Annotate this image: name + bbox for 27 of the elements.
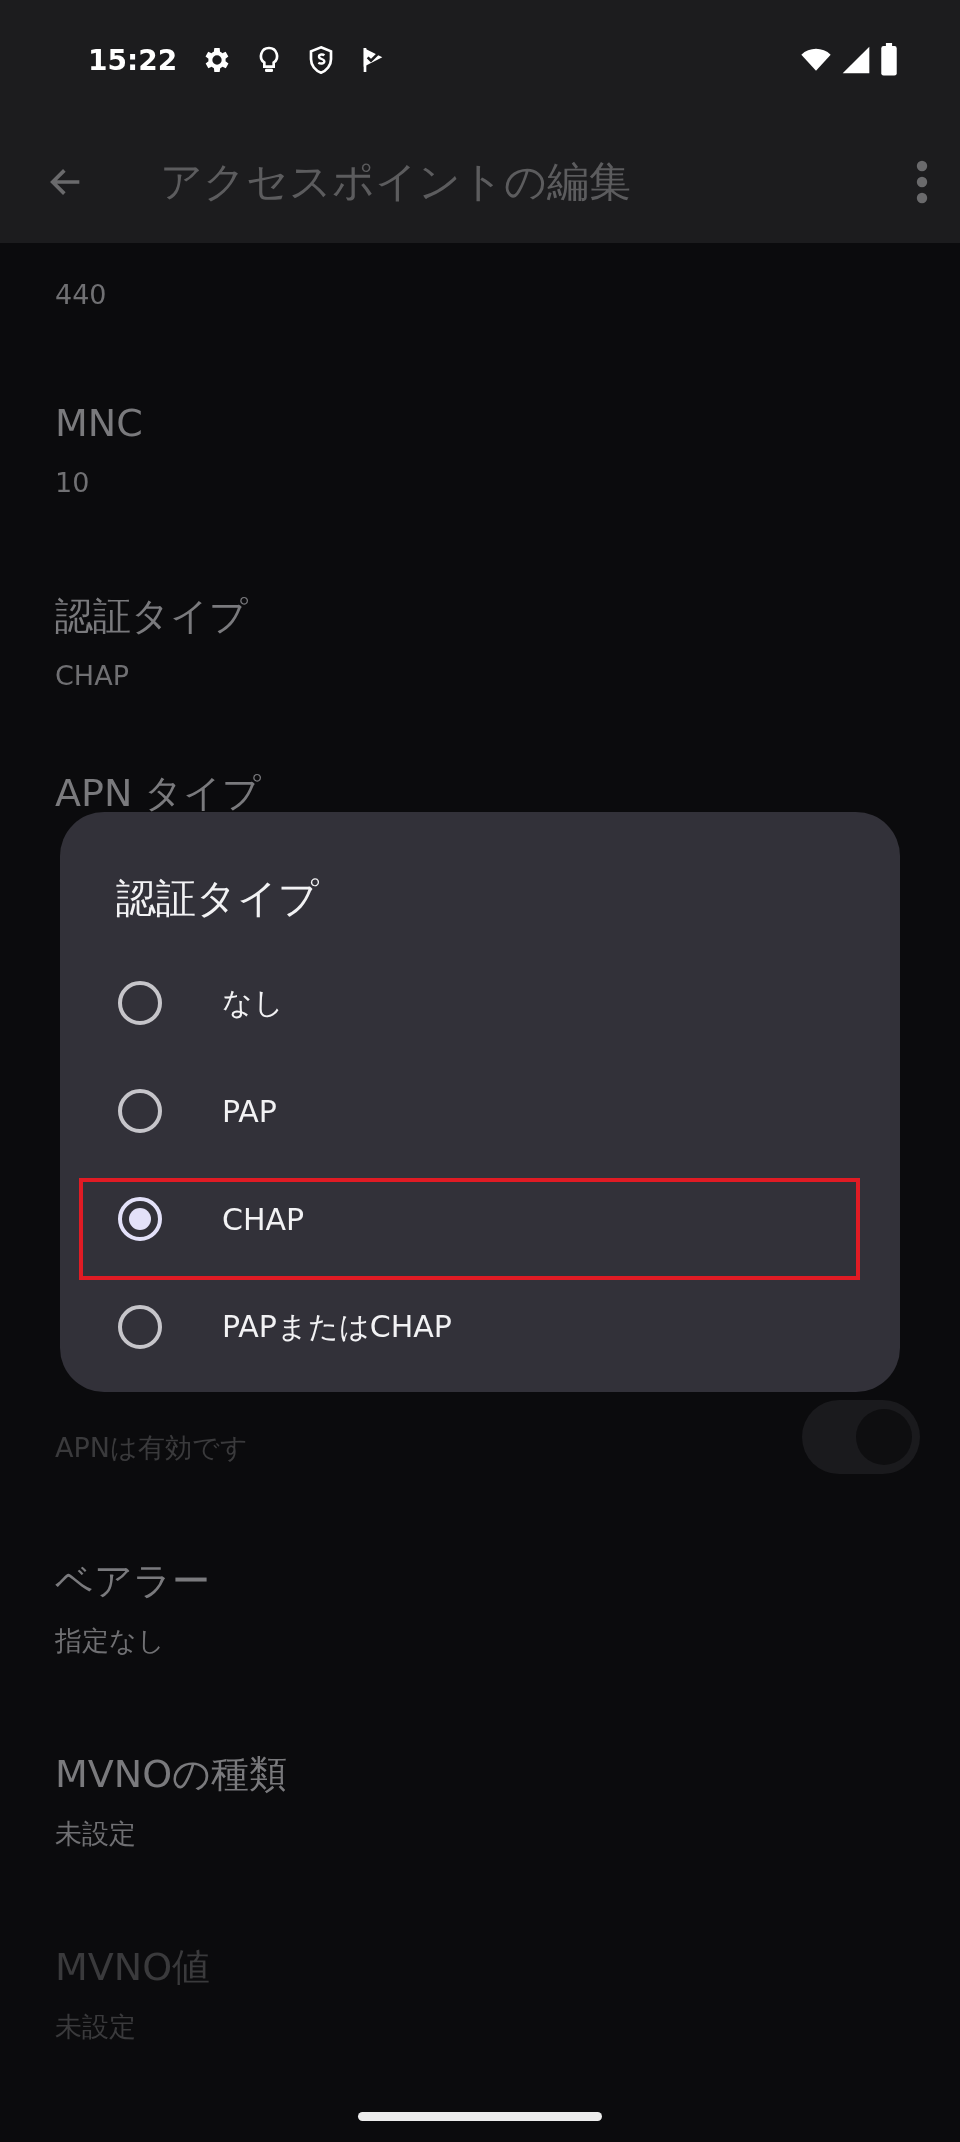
setting-label: MVNOの種類 <box>55 1751 289 1798</box>
radio-button[interactable] <box>118 1305 162 1349</box>
setting-label: 認証タイプ <box>55 593 249 640</box>
setting-value: 440 <box>55 279 107 310</box>
setting-value: 10 <box>55 466 91 500</box>
setting-item[interactable]: MNC 10 <box>0 365 960 558</box>
page-title: アクセスポイントの編集 <box>160 155 632 208</box>
setting-label: MNC <box>55 400 144 447</box>
battery-icon <box>878 43 900 77</box>
radio-option[interactable]: CHAP <box>60 1165 900 1273</box>
setting-item[interactable]: ベアラー 指定なし <box>0 1523 960 1716</box>
radio-button[interactable] <box>118 1197 162 1241</box>
radio-button[interactable] <box>118 981 162 1025</box>
radio-option[interactable]: PAPまたはCHAP <box>60 1273 900 1381</box>
setting-value: 未設定 <box>55 1817 137 1851</box>
setting-label: ベアラー <box>55 1558 211 1605</box>
setting-item[interactable]: 認証タイプ CHAP <box>0 558 960 751</box>
radio-option[interactable]: PAP <box>60 1057 900 1165</box>
signal-icon <box>840 44 872 76</box>
setting-value: 指定なし <box>55 1624 166 1658</box>
more-vertical-icon <box>914 159 930 204</box>
status-time: 15:22 <box>88 43 178 77</box>
setting-value: CHAP <box>55 659 130 693</box>
setting-item[interactable]: MVNOの種類 未設定 <box>0 1716 960 1909</box>
radio-button[interactable] <box>118 1089 162 1133</box>
radio-option[interactable]: なし <box>60 949 900 1057</box>
dialog-title: 認証タイプ <box>115 874 320 923</box>
